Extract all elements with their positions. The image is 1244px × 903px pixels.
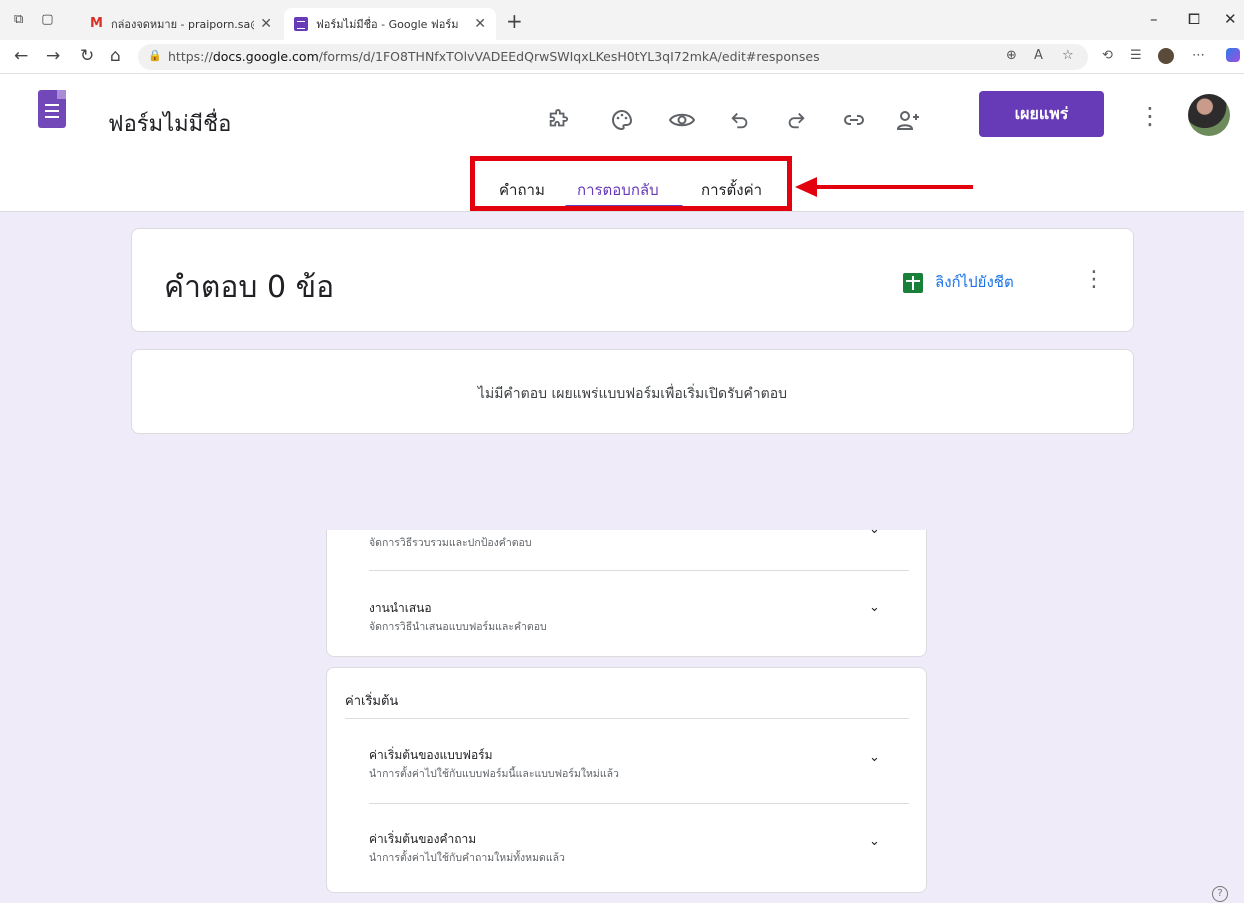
copilot-icon[interactable] <box>1226 48 1240 62</box>
more-icon[interactable]: ⋯ <box>1192 48 1205 63</box>
annotation-arrow-line <box>816 185 973 189</box>
addons-puzzle-icon[interactable] <box>540 102 576 138</box>
empty-responses-card: ไม่มีคำตอบ เผยแพร่แบบฟอร์มเพื่อเริ่มเปิด… <box>131 349 1134 434</box>
restore-icon[interactable]: ⧠ <box>1188 10 1200 28</box>
url-text: https://docs.google.com/forms/d/1FO8THNf… <box>168 49 820 64</box>
more-options-icon[interactable]: ⋮ <box>1138 102 1162 130</box>
undo-icon[interactable] <box>722 102 758 138</box>
redo-icon[interactable] <box>778 102 814 138</box>
divider <box>369 803 909 804</box>
zoom-icon[interactable]: ⊕ <box>1006 48 1017 63</box>
chevron-down-icon[interactable]: ⌄ <box>869 522 880 537</box>
form-title[interactable]: ฟอร์มไม่มีชื่อ <box>108 106 231 141</box>
new-tab-button[interactable]: + <box>506 9 523 33</box>
workspaces-icon[interactable]: ⧉ <box>14 12 23 27</box>
forms-icon <box>294 17 308 31</box>
preview-eye-icon[interactable] <box>664 102 700 138</box>
extensions-icon[interactable]: ⟲ <box>1102 48 1113 63</box>
palette-icon[interactable] <box>604 102 640 138</box>
tab-label: กล่องจดหมาย - praiporn.sa@ssru.a <box>110 18 254 31</box>
close-icon[interactable]: ✕ <box>474 16 486 32</box>
row-subtitle: จัดการวิธีรวบรวมและปกป้องคำตอบ <box>369 537 532 549</box>
settings-responses-card: จัดการวิธีรวบรวมและปกป้องคำตอบ ⌄ งานนำเส… <box>326 522 927 657</box>
help-icon[interactable]: ? <box>1212 886 1228 902</box>
favorite-star-icon[interactable]: ☆ <box>1062 48 1074 63</box>
home-icon[interactable]: ⌂ <box>110 46 121 66</box>
question-defaults-subtitle: นำการตั้งค่าไปใช้กับคำถามใหม่ทั้งหมดแล้ว <box>369 852 565 864</box>
tab-actions-icon[interactable]: ▢ <box>41 12 53 27</box>
minimize-icon[interactable]: – <box>1150 10 1158 28</box>
gmail-icon: M <box>90 16 103 31</box>
responses-count: คำตอบ 0 ข้อ <box>164 270 335 305</box>
divider <box>345 718 909 719</box>
empty-message: ไม่มีคำตอบ เผยแพร่แบบฟอร์มเพื่อเริ่มเปิด… <box>477 386 788 402</box>
lock-icon[interactable]: 🔒 <box>148 49 162 62</box>
read-aloud-icon[interactable]: A <box>1034 48 1043 63</box>
google-forms-logo[interactable] <box>38 90 66 128</box>
link-to-sheet-button[interactable]: ลิงก์ไปยังชีต <box>935 270 1014 294</box>
add-collaborator-icon[interactable] <box>890 102 926 138</box>
window-close-icon[interactable]: ✕ <box>1224 10 1237 28</box>
presentation-title[interactable]: งานนำเสนอ <box>369 599 432 618</box>
question-defaults-title[interactable]: ค่าเริ่มต้นของคำถาม <box>369 830 476 849</box>
defaults-section-title: ค่าเริ่มต้น <box>345 694 399 709</box>
annotation-highlight-box <box>470 156 792 211</box>
browser-tab-gmail[interactable]: M กล่องจดหมาย - praiporn.sa@ssru.a ✕ <box>80 8 282 40</box>
settings-defaults-card: ค่าเริ่มต้น ค่าเริ่มต้นของแบบฟอร์ม นำการ… <box>326 667 927 893</box>
chevron-down-icon[interactable]: ⌄ <box>869 834 880 849</box>
browser-tab-forms[interactable]: ฟอร์มไม่มีชื่อ - Google ฟอร์ม ✕ <box>284 8 496 40</box>
close-icon[interactable]: ✕ <box>260 16 272 32</box>
responses-more-icon[interactable]: ⋮ <box>1083 267 1105 292</box>
favorites-icon[interactable]: ☰ <box>1130 48 1142 63</box>
address-bar-row: ← → ↻ ⌂ 🔒 https://docs.google.com/forms/… <box>0 40 1244 74</box>
link-icon[interactable] <box>836 102 872 138</box>
responses-summary-card: คำตอบ 0 ข้อ ลิงก์ไปยังชีต ⋮ <box>131 228 1134 332</box>
back-icon[interactable]: ← <box>14 46 28 66</box>
refresh-icon[interactable]: ↻ <box>80 46 94 66</box>
forward-icon[interactable]: → <box>46 46 60 66</box>
forms-header: ฟอร์มไม่มีชื่อ เผยแพร่ ⋮ คำถาม การตอบกลั… <box>0 74 1244 212</box>
chevron-down-icon[interactable]: ⌄ <box>869 600 880 615</box>
chevron-down-icon[interactable]: ⌄ <box>869 750 880 765</box>
profile-avatar[interactable] <box>1158 48 1174 64</box>
divider <box>369 570 909 571</box>
browser-tab-strip: ⧉ ▢ M กล่องจดหมาย - praiporn.sa@ssru.a ✕… <box>0 0 1244 40</box>
publish-button[interactable]: เผยแพร่ <box>979 91 1104 137</box>
form-defaults-subtitle: นำการตั้งค่าไปใช้กับแบบฟอร์มนี้และแบบฟอร… <box>369 768 619 780</box>
url-field[interactable]: 🔒 https://docs.google.com/forms/d/1FO8TH… <box>138 44 1088 70</box>
user-avatar[interactable] <box>1188 94 1230 136</box>
form-defaults-title[interactable]: ค่าเริ่มต้นของแบบฟอร์ม <box>369 746 493 765</box>
presentation-subtitle: จัดการวิธีนำเสนอแบบฟอร์มและคำตอบ <box>369 621 547 633</box>
annotation-arrow-head <box>795 177 817 197</box>
sheets-icon[interactable] <box>903 273 923 293</box>
tab-label: ฟอร์มไม่มีชื่อ - Google ฟอร์ม <box>316 18 459 31</box>
